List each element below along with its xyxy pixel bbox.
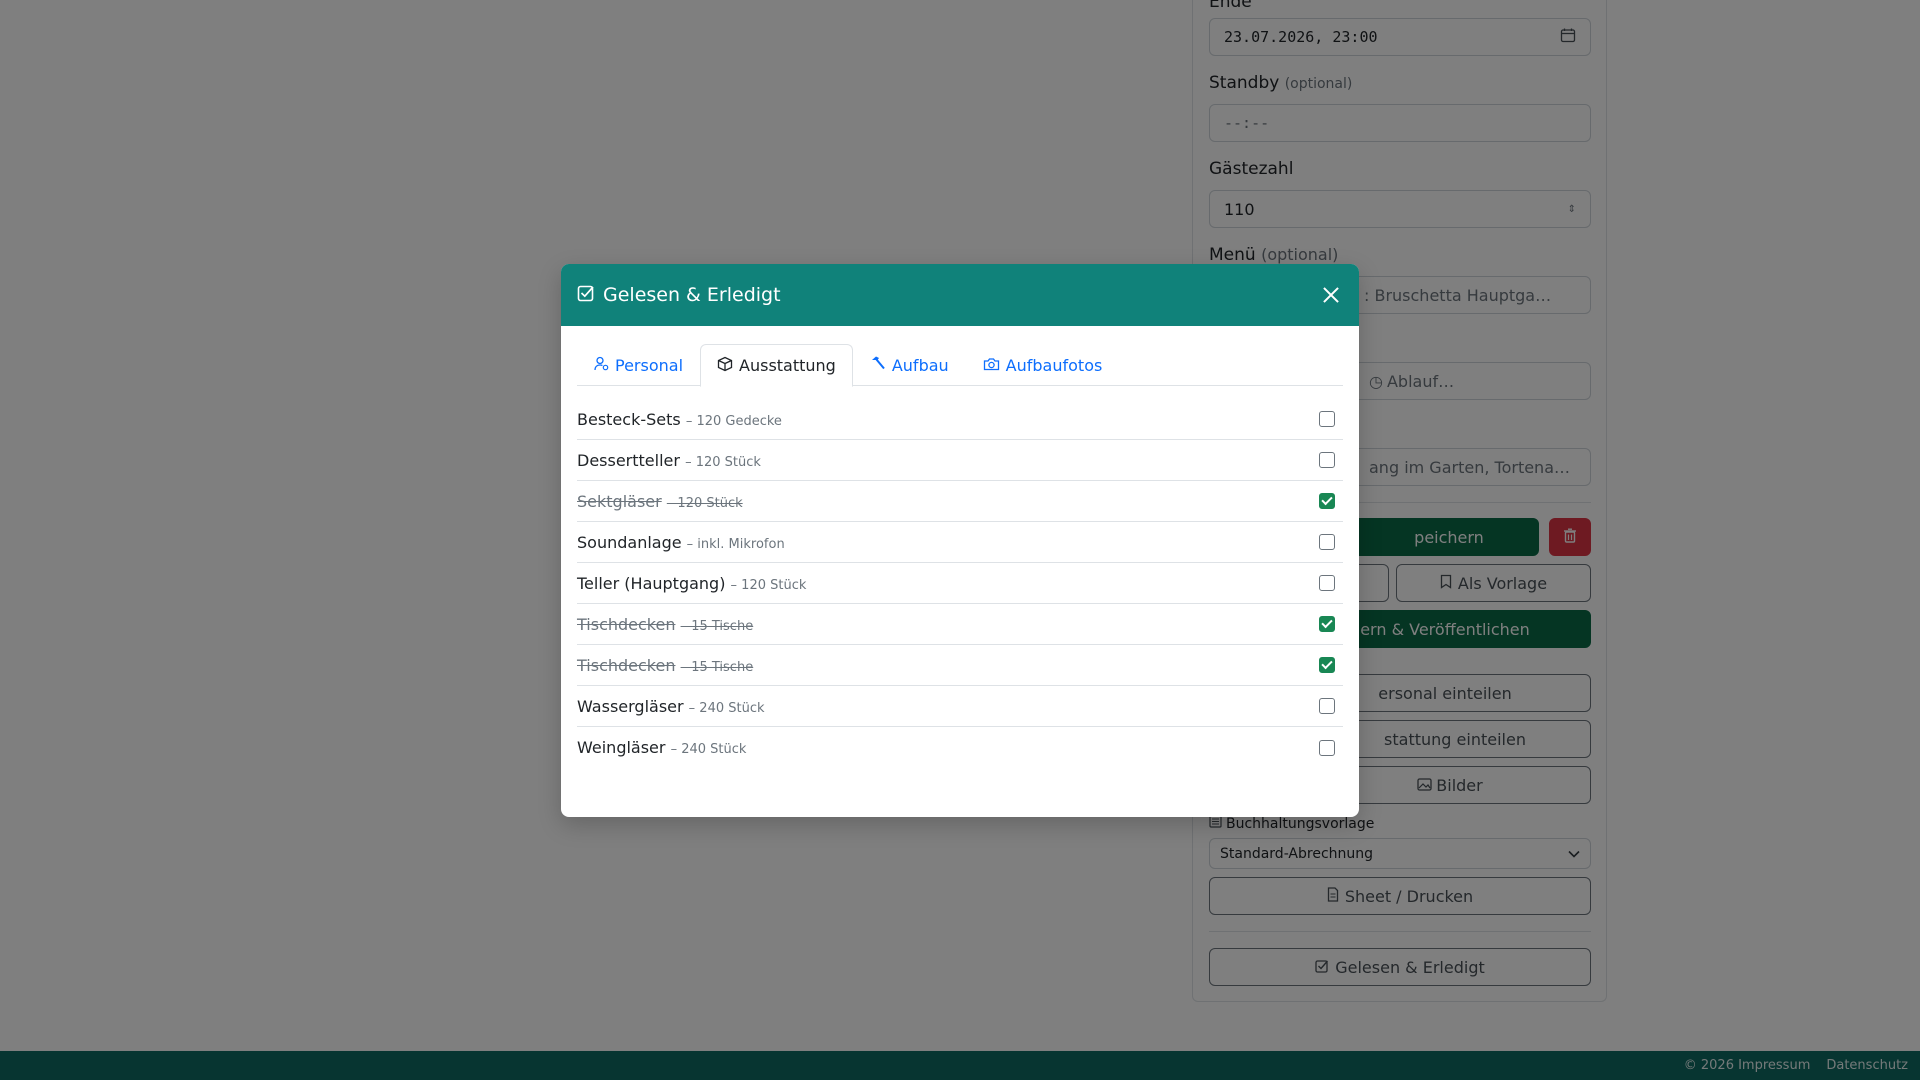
modal-tabs: Personal Ausstattung Aufbau Aufbaufotos — [577, 344, 1343, 387]
list-item: Wassergläser – 240 Stück — [577, 686, 1343, 727]
list-item: Besteck-Sets – 120 Gedecke — [577, 399, 1343, 440]
item-checkbox[interactable] — [1319, 616, 1335, 632]
item-text: Tischdecken – 15 Tische — [577, 656, 753, 675]
item-detail: – 120 Stück — [666, 495, 743, 511]
item-detail: – 15 Tische — [680, 659, 754, 675]
item-text: Dessertteller – 120 Stück — [577, 451, 761, 470]
item-detail: – 120 Gedecke — [685, 413, 782, 429]
item-detail: – 120 Stück — [730, 577, 807, 593]
item-checkbox[interactable] — [1319, 575, 1335, 591]
item-detail: – 120 Stück — [685, 454, 761, 470]
list-item: Soundanlage – inkl. Mikrofon — [577, 522, 1343, 563]
item-name: Soundanlage — [577, 532, 682, 552]
tab-aufbaufotos[interactable]: Aufbaufotos — [966, 344, 1120, 386]
item-name: Tischdecken — [577, 655, 676, 675]
item-checkbox[interactable] — [1319, 698, 1335, 714]
camera-icon — [983, 356, 1000, 375]
item-text: Tischdecken – 15 Tische — [577, 615, 753, 634]
item-name: Besteck-Sets — [577, 409, 681, 429]
item-detail: – 15 Tische — [680, 618, 754, 634]
item-detail: – 240 Stück — [688, 700, 765, 716]
check-square-icon — [577, 284, 595, 307]
tab-aufbau[interactable]: Aufbau — [853, 344, 966, 386]
tab-aufbau-label: Aufbau — [891, 355, 949, 375]
item-detail: – 240 Stück — [670, 742, 747, 757]
item-name: Wassergläser — [577, 696, 684, 716]
modal-header: Gelesen & Erledigt — [561, 264, 1359, 326]
item-checkbox[interactable] — [1319, 739, 1335, 756]
box-icon — [717, 356, 733, 376]
item-name: Weingläser — [577, 738, 666, 757]
item-checkbox[interactable] — [1319, 534, 1335, 550]
item-text: Teller (Hauptgang) – 120 Stück — [577, 574, 806, 593]
hammer-icon — [870, 355, 886, 375]
equipment-list: Besteck-Sets – 120 Gedecke Dessertteller… — [577, 399, 1343, 768]
item-checkbox[interactable] — [1319, 657, 1335, 673]
tab-personal[interactable]: Personal — [577, 344, 700, 386]
list-item: Weingläser – 240 Stück — [577, 727, 1343, 768]
tab-ausstattung-label: Ausstattung — [739, 356, 836, 375]
close-icon[interactable] — [1319, 283, 1343, 307]
item-checkbox[interactable] — [1319, 493, 1335, 509]
modal-title: Gelesen & Erledigt — [577, 284, 781, 307]
item-checkbox[interactable] — [1319, 452, 1335, 468]
list-item: Tischdecken – 15 Tische — [577, 604, 1343, 645]
item-detail: – inkl. Mikrofon — [686, 536, 785, 552]
item-text: Wassergläser – 240 Stück — [577, 697, 765, 716]
item-name: Tischdecken — [577, 614, 676, 634]
tab-ausstattung[interactable]: Ausstattung — [700, 344, 853, 387]
list-item: Tischdecken – 15 Tische — [577, 645, 1343, 686]
modal-title-text: Gelesen & Erledigt — [603, 284, 781, 306]
item-name: Teller (Hauptgang) — [577, 573, 726, 593]
list-item: Sektgläser – 120 Stück — [577, 481, 1343, 522]
item-text: Besteck-Sets – 120 Gedecke — [577, 410, 782, 429]
item-text: Soundanlage – inkl. Mikrofon — [577, 533, 785, 552]
read-done-modal: Gelesen & Erledigt Personal Ausstattung … — [561, 264, 1359, 817]
item-text: Sektgläser – 120 Stück — [577, 492, 743, 511]
item-name: Sektgläser — [577, 491, 662, 511]
item-text: Weingläser – 240 Stück — [577, 738, 746, 757]
tab-personal-label: Personal — [615, 355, 684, 375]
tab-aufbaufotos-label: Aufbaufotos — [1005, 355, 1103, 375]
list-item: Teller (Hauptgang) – 120 Stück — [577, 563, 1343, 604]
person-gear-icon — [594, 356, 609, 375]
item-name: Dessertteller — [577, 450, 680, 470]
item-checkbox[interactable] — [1319, 411, 1335, 427]
list-item: Dessertteller – 120 Stück — [577, 440, 1343, 481]
